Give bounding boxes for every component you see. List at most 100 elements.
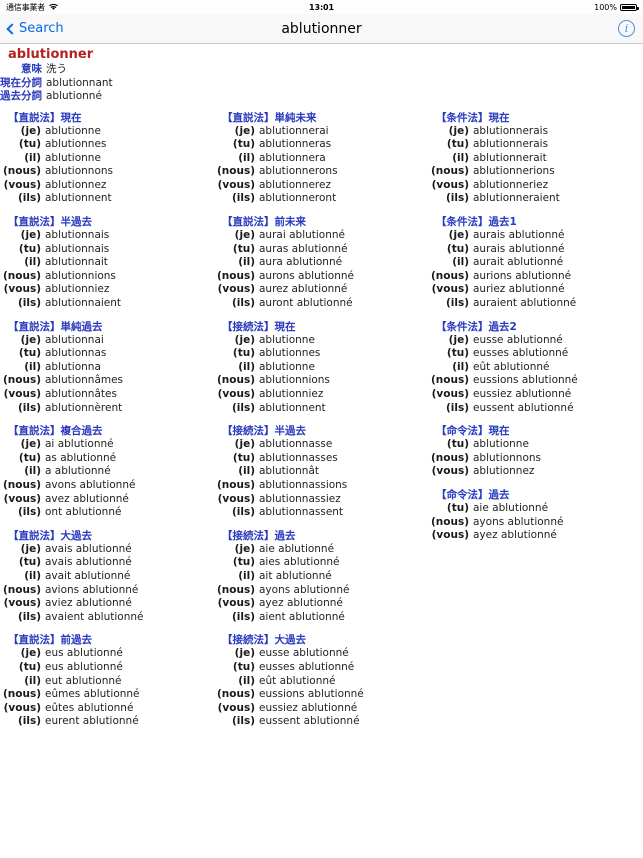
verb-form: ablutionnais [45, 242, 110, 255]
pronoun-label: (nous) [2, 374, 41, 387]
conjugation-row: (il) ablutionnât [214, 465, 428, 479]
pronoun-label: (ils) [231, 192, 255, 205]
verb-form: aura ablutionné [259, 256, 343, 269]
pronoun-label: (nous) [430, 374, 469, 387]
conjugation-row: (nous) avons ablutionné [0, 479, 214, 493]
info-glyph: i [624, 22, 629, 35]
verb-form: eusses ablutionné [259, 660, 355, 673]
pronoun-label: (je) [448, 229, 469, 242]
conjugation-row: (tu) avais ablutionné [0, 556, 214, 570]
pronoun-label: (tu) [232, 556, 255, 569]
conjugation-row: (je) eusse ablutionné [214, 647, 428, 661]
conjugation-row: (tu) ablutionnes [0, 138, 214, 152]
pronoun-label: (nous) [216, 688, 255, 701]
conjugation-row: (il) eût ablutionné [214, 675, 428, 689]
conjugation-block: 【接続法】半過去 (je) ablutionnasse (tu) ablutionnas… [214, 424, 428, 520]
pronoun-label: (tu) [232, 660, 255, 673]
conjugation-block-title: 【接続法】現在 [222, 320, 296, 333]
pronoun-label: (tu) [232, 451, 255, 464]
conjugation-block-title: 【直説法】複合過去 [8, 425, 103, 438]
verb-form: avons ablutionné [45, 478, 136, 491]
conjugation-row: (tu) auras ablutionné [214, 243, 428, 257]
pronoun-label: (il) [24, 360, 41, 373]
conjugation-row: (tu) eusses ablutionné [428, 347, 642, 361]
pronoun-label: (nous) [2, 688, 41, 701]
pronoun-label: (tu) [18, 242, 41, 255]
verb-form: aurait ablutionné [473, 256, 564, 269]
conjugation-row: (vous) ablutionniez [214, 388, 428, 402]
conjugation-row: (il) ablutionnera [214, 152, 428, 166]
conjugation-row: (nous) ayons ablutionné [214, 584, 428, 598]
meta-row: 過去分詞 ablutionné [0, 90, 643, 104]
pronoun-label: (nous) [216, 165, 255, 178]
pronoun-label: (ils) [17, 401, 41, 414]
back-button[interactable]: Search [6, 21, 64, 36]
pronoun-label: (il) [452, 360, 469, 373]
verb-form: ablutionnâtes [45, 388, 117, 400]
conjugation-block: 【接続法】過去 (je) aie ablutionné (tu) aies abluti… [214, 529, 428, 625]
conjugation-row: (nous) ablutionnerons [214, 165, 428, 179]
verb-form: a ablutionné [45, 465, 111, 478]
conjugation-block: 【直説法】単純過去 (je) ablutionnai (tu) ablutionnas(… [0, 320, 214, 416]
verb-form: ablutionnerez [259, 178, 331, 191]
verb-form: ablutionnerait [473, 151, 547, 164]
verb-form: aies ablutionné [259, 556, 340, 569]
pronoun-label: (vous) [217, 388, 255, 400]
conjugation-row: (vous) avez ablutionné [0, 493, 214, 507]
conjugation-block-title: 【直説法】前未来 [222, 216, 306, 229]
verb-form: avaient ablutionné [45, 610, 144, 623]
pronoun-label: (il) [238, 151, 255, 164]
conjugation-row: (il) avait ablutionné [0, 570, 214, 584]
pronoun-label: (tu) [232, 242, 255, 255]
conjugation-row: (il) ablutionna [0, 361, 214, 375]
verb-form: ablutionnions [45, 269, 116, 282]
conjugation-block-title: 【接続法】半過去 [222, 425, 306, 438]
verb-form: ayez ablutionné [473, 529, 557, 542]
verb-form: ablutionna [45, 360, 101, 373]
conjugation-row: (nous) ablutionnons [0, 165, 214, 179]
verb-form: ablutionnât [259, 465, 319, 478]
meta-value: ablutionnant [46, 76, 113, 89]
pronoun-label: (ils) [231, 506, 255, 519]
pronoun-label: (je) [20, 124, 41, 137]
conjugation-row: (ils) ablutionnassent [214, 506, 428, 520]
conjugation-row: (vous) ablutionnez [428, 465, 642, 479]
info-circle-icon[interactable]: i [618, 20, 635, 37]
pronoun-label: (vous) [217, 283, 255, 296]
conjugation-row: (je) ablutionnai [0, 334, 214, 348]
verb-form: ablutionnera [259, 151, 326, 164]
pronoun-label: (vous) [3, 283, 41, 296]
conjugation-block: 【接続法】大過去 (je) eusse ablutionné (tu) eusses a… [214, 633, 428, 729]
conjugation-row: (nous) ablutionnassions [214, 479, 428, 493]
verb-form: ablutionnons [473, 451, 541, 464]
conjugation-row: (tu) ablutionne [428, 438, 642, 452]
verb-form: ait ablutionné [259, 569, 332, 582]
pronoun-label: (je) [234, 542, 255, 555]
verb-form: avait ablutionné [45, 569, 131, 582]
pronoun-label: (il) [24, 256, 41, 269]
verb-form: eussions ablutionné [473, 374, 578, 387]
pronoun-label: (ils) [231, 401, 255, 414]
conjugation-block-title: 【直説法】単純未来 [222, 111, 317, 124]
conjugation-row: (je) ai ablutionné [0, 438, 214, 452]
verb-form: ablutionnerions [473, 165, 555, 178]
pronoun-label: (je) [20, 647, 41, 660]
entry-content: ablutionner 意味 洗う 現在分詞 ablutionnant 過去分詞… [0, 44, 643, 738]
conjugation-row: (il) a ablutionné [0, 465, 214, 479]
pronoun-label: (ils) [17, 610, 41, 623]
conjugation-row: (vous) ablutionnez [0, 179, 214, 193]
conjugation-row: (je) eusse ablutionné [428, 334, 642, 348]
headword: ablutionner [8, 47, 94, 62]
verb-form: ablutionnâmes [45, 374, 124, 387]
conjugation-row: (nous) eussions ablutionné [428, 374, 642, 388]
pronoun-label: (je) [234, 333, 255, 346]
pronoun-label: (ils) [231, 610, 255, 623]
conjugation-row: (je) aurais ablutionné [428, 229, 642, 243]
conjugation-row: (vous) aviez ablutionné [0, 597, 214, 611]
pronoun-label: (vous) [431, 283, 469, 296]
pronoun-label: (vous) [217, 492, 255, 505]
verb-form: ont ablutionné [45, 506, 122, 519]
conjugation-row: (nous) ablutionnâmes [0, 374, 214, 388]
conjugation-row: (vous) aurez ablutionné [214, 283, 428, 297]
verb-form: ablutionnas [45, 347, 107, 360]
